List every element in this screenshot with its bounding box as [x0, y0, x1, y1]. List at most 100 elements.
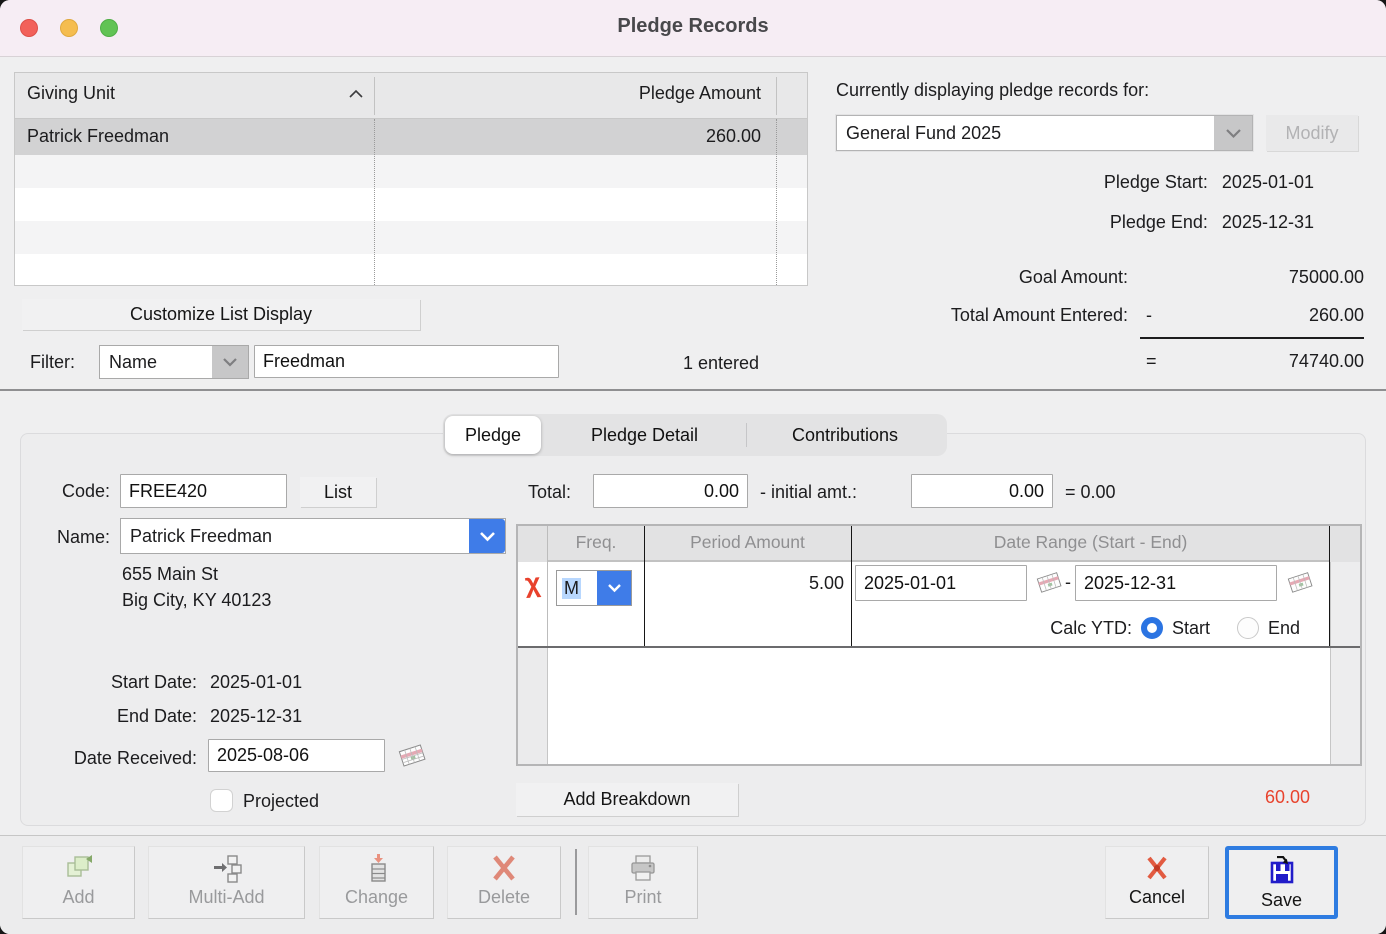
filter-field-value: Name	[100, 346, 212, 378]
giving-unit-table: Giving Unit Pledge Amount Patrick Freedm…	[14, 72, 808, 286]
projected-checkbox[interactable]	[210, 789, 233, 812]
projected-label: Projected	[243, 791, 319, 812]
name-select-value: Patrick Freedman	[121, 519, 469, 553]
print-button[interactable]: Print	[588, 846, 698, 919]
pledge-records-window: Pledge Records Giving Unit Pledge Amount…	[0, 0, 1386, 934]
delete-row-icon[interactable]: χ	[524, 569, 541, 597]
code-label: Code:	[30, 481, 110, 502]
total-input[interactable]	[593, 474, 748, 508]
column-header-pledge-amount[interactable]: Pledge Amount	[639, 83, 761, 104]
name-select[interactable]: Patrick Freedman	[120, 518, 506, 554]
toolbar-divider	[575, 849, 577, 915]
total-equals-result: = 0.00	[1065, 482, 1116, 503]
column-header-giving-unit[interactable]: Giving Unit	[27, 83, 115, 104]
column-header-freq: Freq.	[548, 532, 644, 553]
table-row-empty[interactable]	[15, 155, 807, 188]
pledge-end-line: Pledge End: 2025-12-31	[1110, 212, 1314, 233]
code-input[interactable]	[120, 474, 287, 508]
filter-text-input[interactable]	[254, 345, 559, 378]
column-header-date-range: Date Range (Start - End)	[851, 532, 1330, 553]
chevron-down-icon	[469, 519, 505, 553]
chevron-down-icon	[1214, 116, 1252, 150]
minus-sign: -	[1146, 305, 1152, 326]
end-date-value: 2025-12-31	[210, 706, 302, 727]
tab-bar: Pledge Pledge Detail Contributions	[443, 414, 947, 456]
chevron-down-icon	[597, 571, 631, 605]
date-range-separator: -	[1065, 572, 1071, 593]
bottom-toolbar: Add Multi-Add Change	[0, 835, 1386, 934]
pledge-start-line: Pledge Start: 2025-01-01	[1104, 172, 1314, 193]
calc-ytd-label: Calc YTD:	[1050, 618, 1132, 639]
table-row-selected[interactable]: Patrick Freedman 260.00	[15, 119, 807, 155]
start-date-label: Start Date:	[30, 672, 197, 693]
column-header-period-amount: Period Amount	[644, 532, 851, 553]
calc-ytd-start-radio[interactable]	[1141, 617, 1163, 639]
print-icon	[626, 853, 660, 883]
add-icon	[62, 853, 96, 883]
equals-sign: =	[1146, 351, 1157, 372]
section-divider	[0, 389, 1386, 391]
date-range-end-input[interactable]	[1075, 565, 1277, 601]
multi-add-button[interactable]: Multi-Add	[148, 846, 305, 919]
pledge-end-label: Pledge End:	[1110, 212, 1208, 233]
calc-ytd-end-radio[interactable]	[1237, 617, 1259, 639]
address-line-2: Big City, KY 40123	[122, 590, 271, 611]
tab-contributions[interactable]: Contributions	[747, 414, 943, 456]
fund-select-value: General Fund 2025	[837, 116, 1214, 150]
calc-ytd-group: Calc YTD: Start End	[858, 617, 1300, 639]
tab-pledge-detail[interactable]: Pledge Detail	[543, 414, 746, 456]
add-breakdown-button[interactable]: Add Breakdown	[516, 783, 738, 816]
cell-pledge-amount: 260.00	[706, 126, 761, 147]
breakdown-total-value: 60.00	[1265, 787, 1310, 808]
remaining-amount-value: 74740.00	[1289, 351, 1364, 372]
table-row-empty[interactable]	[15, 221, 807, 254]
start-date-value: 2025-01-01	[210, 672, 302, 693]
calendar-icon[interactable]	[397, 742, 427, 768]
add-button[interactable]: Add	[22, 846, 135, 919]
address-line-1: 655 Main St	[122, 564, 218, 585]
table-row-empty[interactable]	[15, 188, 807, 221]
total-amount-entered-value: 260.00	[1309, 305, 1364, 326]
grid-right-gutter	[1330, 562, 1360, 764]
row-selector-empty-cell	[518, 648, 548, 764]
save-button[interactable]: Save	[1225, 846, 1338, 919]
window-title: Pledge Records	[0, 15, 1386, 38]
date-received-label: Date Received:	[30, 748, 197, 769]
title-bar: Pledge Records	[0, 0, 1386, 57]
breakdown-grid: Freq. Period Amount Date Range (Start - …	[516, 524, 1362, 766]
change-icon	[360, 853, 394, 883]
calc-ytd-start-label: Start	[1172, 618, 1210, 639]
filter-field-select[interactable]: Name	[99, 345, 249, 379]
freq-select[interactable]: M	[556, 570, 632, 606]
entered-count: 1 entered	[683, 353, 759, 374]
date-received-input[interactable]	[208, 739, 385, 772]
change-button[interactable]: Change	[319, 846, 434, 919]
date-range-start-input[interactable]	[855, 565, 1027, 601]
cell-giving-unit: Patrick Freedman	[27, 126, 169, 147]
fund-panel-heading: Currently displaying pledge records for:	[836, 80, 1149, 101]
modify-button[interactable]: Modify	[1266, 115, 1358, 151]
cancel-button[interactable]: Cancel	[1105, 846, 1209, 919]
table-row-empty[interactable]	[15, 254, 807, 285]
sum-rule-line	[1140, 337, 1364, 339]
tab-pledge[interactable]: Pledge	[445, 416, 541, 454]
initial-amt-label: - initial amt.:	[760, 482, 857, 503]
total-label: Total:	[528, 482, 571, 503]
end-date-label: End Date:	[30, 706, 197, 727]
filter-label: Filter:	[30, 352, 75, 373]
period-amount-value[interactable]: 5.00	[644, 573, 844, 594]
list-button[interactable]: List	[300, 477, 376, 507]
row-selector-cell[interactable]: χ	[518, 562, 548, 648]
pledge-start-label: Pledge Start:	[1104, 172, 1208, 193]
calendar-icon[interactable]	[1286, 570, 1314, 594]
calc-ytd-end-label: End	[1268, 618, 1300, 639]
total-amount-entered-label: Total Amount Entered:	[951, 305, 1128, 326]
customize-list-display-button[interactable]: Customize List Display	[22, 299, 420, 330]
calendar-icon[interactable]	[1035, 570, 1063, 594]
delete-icon	[487, 853, 521, 883]
name-label: Name:	[30, 527, 110, 548]
fund-select[interactable]: General Fund 2025	[836, 115, 1253, 151]
giving-unit-table-header: Giving Unit Pledge Amount	[15, 73, 807, 119]
initial-amt-input[interactable]	[911, 474, 1053, 508]
delete-button[interactable]: Delete	[447, 846, 561, 919]
